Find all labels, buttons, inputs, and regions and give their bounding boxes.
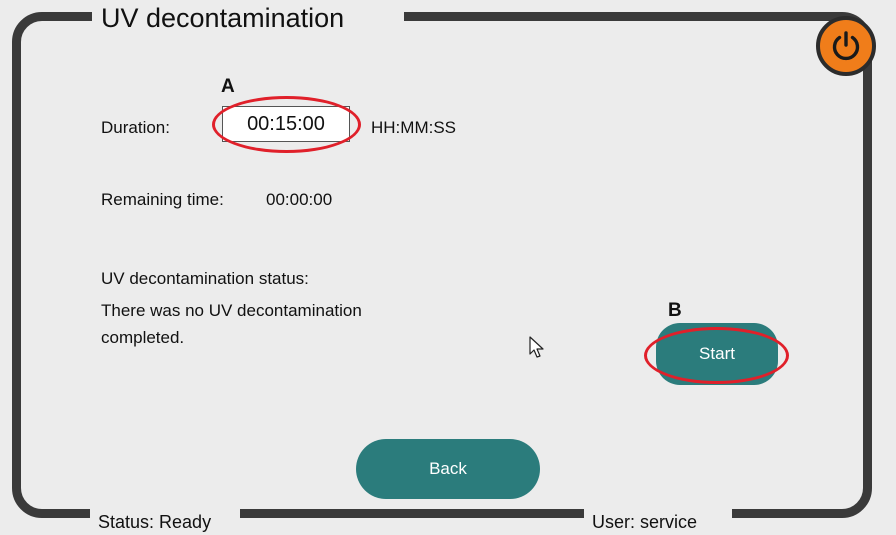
- power-icon: [832, 31, 860, 61]
- duration-label: Duration:: [101, 118, 170, 137]
- mouse-cursor-icon: [529, 336, 544, 358]
- back-button[interactable]: Back: [356, 439, 540, 499]
- decon-status-message-line1: There was no UV decontamination: [101, 301, 362, 320]
- decon-status-message-line2: completed.: [101, 328, 185, 347]
- remaining-time-label: Remaining time:: [101, 190, 224, 209]
- start-button[interactable]: Start: [656, 323, 778, 385]
- duration-unit-label: HH:MM:SS: [371, 118, 456, 137]
- duration-input[interactable]: [222, 106, 350, 142]
- user-text: User: service: [592, 512, 698, 532]
- power-button[interactable]: [816, 16, 876, 76]
- status-text: Status: Ready: [98, 512, 212, 532]
- annotation-marker-a: A: [221, 76, 235, 97]
- annotation-marker-b: B: [668, 300, 682, 321]
- remaining-time-value: 00:00:00: [266, 190, 333, 209]
- page-title: UV decontamination: [101, 3, 345, 33]
- decon-status-label: UV decontamination status:: [101, 269, 309, 288]
